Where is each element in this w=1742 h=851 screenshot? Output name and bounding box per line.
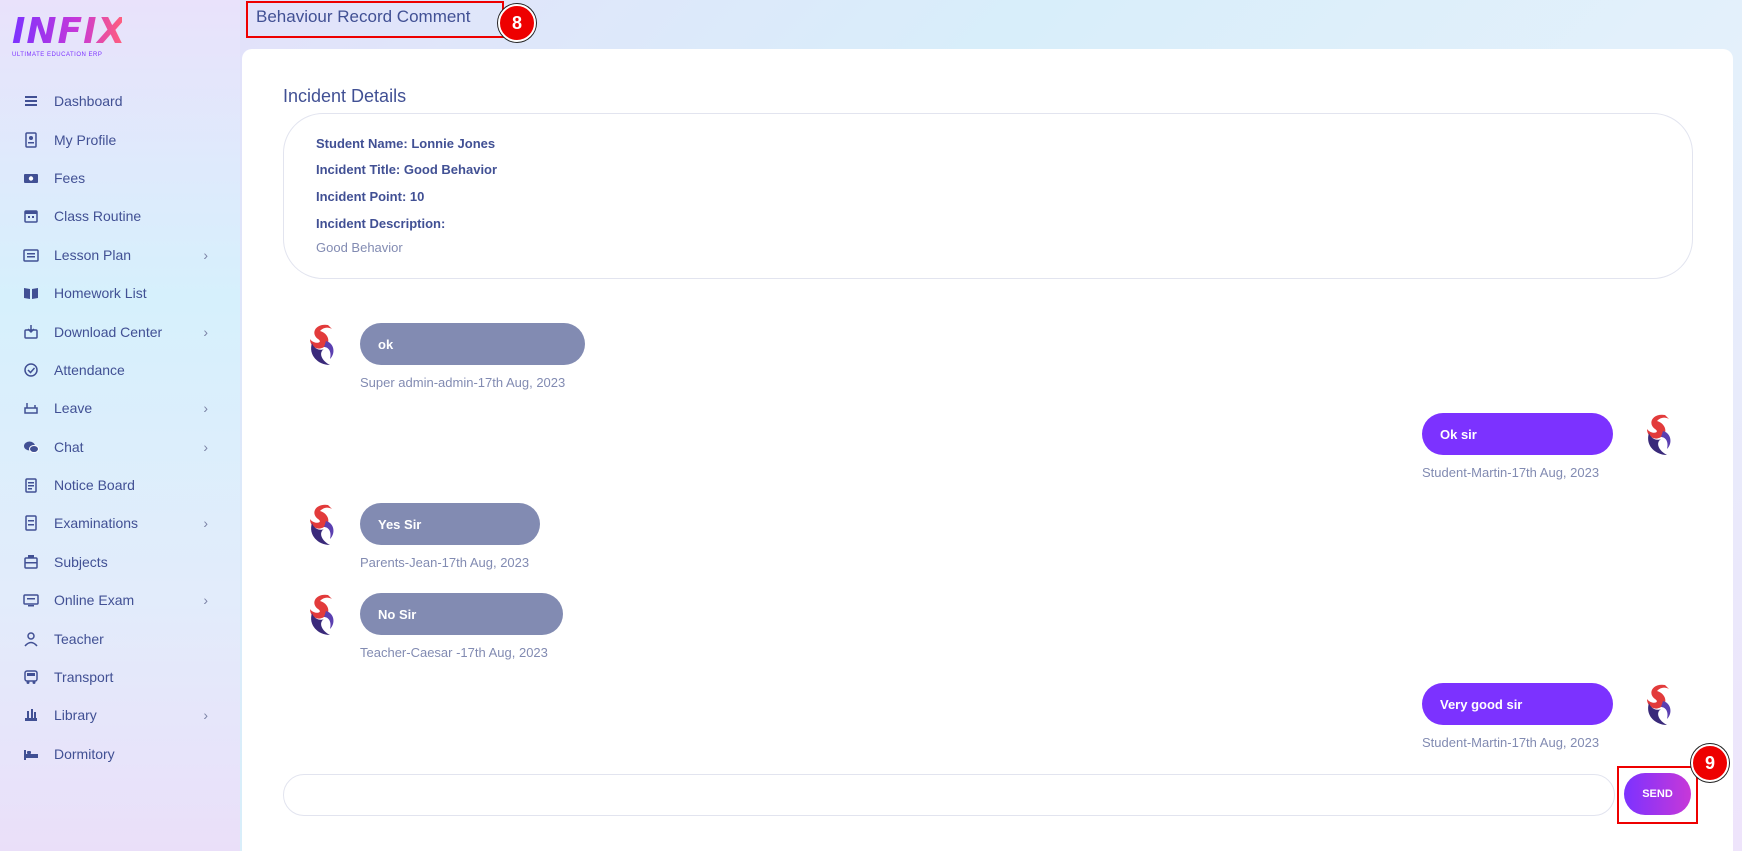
chevron-right-icon[interactable]: › <box>203 592 208 608</box>
sidebar-item-label: Dashboard <box>54 93 123 110</box>
sidebar-item-label: Download Center <box>54 323 163 340</box>
chat-icon <box>22 438 40 456</box>
student-name: Student Name: Lonnie Jones <box>316 136 496 151</box>
sidebar-item-attendance[interactable]: Attendance <box>0 351 240 389</box>
menu-icon <box>22 92 40 110</box>
main-panel: Incident Details Student Name: Lonnie Jo… <box>242 49 1733 851</box>
avatar <box>1639 681 1679 729</box>
sidebar-item-label: Library <box>54 707 97 724</box>
chevron-right-icon[interactable]: › <box>203 324 208 340</box>
step-badge-9: 9 <box>1691 744 1729 782</box>
incident-point: Incident Point: 10 <box>316 189 425 204</box>
page-title: Behaviour Record Comment <box>246 1 504 38</box>
sidebar-item-dormitory[interactable]: Dormitory <box>0 735 240 773</box>
subjects-icon <box>22 553 40 571</box>
incident-description-label: Incident Description: <box>316 216 446 231</box>
incident-description: Good Behavior <box>316 240 403 255</box>
sidebar-item-examinations[interactable]: Examinations › <box>0 504 240 542</box>
incident-details-title: Incident Details <box>283 86 407 106</box>
incident-details-card: Student Name: Lonnie Jones Incident Titl… <box>283 113 1693 279</box>
sidebar-item-label: My Profile <box>54 131 117 148</box>
download-icon <box>22 323 40 341</box>
sidebar-item-download-center[interactable]: Download Center › <box>0 312 240 350</box>
chevron-right-icon[interactable]: › <box>203 707 208 723</box>
logo-subtitle: ULTIMATE EDUCATION ERP <box>12 52 103 58</box>
sidebar-item-homework-list[interactable]: Homework List <box>0 274 240 312</box>
sidebar-item-label: Dormitory <box>54 745 115 762</box>
online-exam-icon <box>22 591 40 609</box>
chevron-right-icon[interactable]: › <box>203 400 208 416</box>
avatar <box>302 501 342 549</box>
logo-text: INFIX <box>12 11 127 52</box>
sidebar-item-label: Teacher <box>54 630 104 647</box>
sidebar-item-chat[interactable]: Chat › <box>0 428 240 466</box>
sidebar-item-label: Lesson Plan <box>54 246 132 263</box>
sidebar-item-label: Chat <box>54 438 84 455</box>
message-bubble: ok <box>360 323 585 365</box>
sidebar-item-label: Fees <box>54 169 86 186</box>
leave-icon <box>22 399 40 417</box>
sidebar-item-label: Attendance <box>54 361 125 378</box>
sidebar-item-label: Online Exam <box>54 592 135 609</box>
sidebar-item-class-routine[interactable]: Class Routine <box>0 197 240 235</box>
sidebar-item-label: Notice Board <box>54 477 135 494</box>
message-meta: Super admin-admin-17th Aug, 2023 <box>360 375 566 390</box>
chevron-right-icon[interactable]: › <box>203 515 208 531</box>
exam-icon <box>22 514 40 532</box>
avatar <box>1639 411 1679 459</box>
sidebar-item-transport[interactable]: Transport <box>0 658 240 696</box>
message-bubble: Very good sir <box>1422 683 1613 725</box>
sidebar-item-teacher[interactable]: Teacher <box>0 619 240 657</box>
message-bubble: No Sir <box>360 593 563 635</box>
sidebar-item-label: Examinations <box>54 515 139 532</box>
profile-card-icon <box>22 131 40 149</box>
sidebar-item-label: Class Routine <box>54 208 142 225</box>
sidebar-item-notice-board[interactable]: Notice Board <box>0 466 240 504</box>
book-icon <box>22 284 40 302</box>
sidebar-item-lesson-plan[interactable]: Lesson Plan › <box>0 236 240 274</box>
message-meta: Student-Martin-17th Aug, 2023 <box>1422 735 1600 750</box>
library-icon <box>22 706 40 724</box>
sidebar-item-dashboard[interactable]: Dashboard <box>0 82 240 120</box>
sidebar: INFIX ULTIMATE EDUCATION ERP Dashboard My… <box>0 0 240 851</box>
incident-title: Incident Title: Good Behavior <box>316 162 498 177</box>
sidebar-item-online-exam[interactable]: Online Exam › <box>0 581 240 619</box>
sidebar-item-subjects[interactable]: Subjects <box>0 543 240 581</box>
logo[interactable]: INFIX ULTIMATE EDUCATION ERP <box>12 11 127 62</box>
message-meta: Parents-Jean-17th Aug, 2023 <box>360 555 530 570</box>
bus-icon <box>22 668 40 686</box>
step-badge-8: 8 <box>498 4 536 42</box>
sidebar-item-my-profile[interactable]: My Profile <box>0 120 240 158</box>
calendar-icon <box>22 207 40 225</box>
comment-input[interactable] <box>283 774 1615 816</box>
sidebar-item-label: Homework List <box>54 285 147 302</box>
money-icon <box>22 169 40 187</box>
message-meta: Student-Martin-17th Aug, 2023 <box>1422 465 1600 480</box>
send-button[interactable]: SEND <box>1624 773 1691 815</box>
lesson-icon <box>22 246 40 264</box>
avatar <box>302 591 342 639</box>
avatar <box>302 321 342 369</box>
sidebar-item-fees[interactable]: Fees <box>0 159 240 197</box>
sidebar-item-label: Transport <box>54 669 114 686</box>
bed-icon <box>22 745 40 763</box>
message-bubble: Ok sir <box>1422 413 1613 455</box>
attendance-icon <box>22 361 40 379</box>
teacher-icon <box>22 630 40 648</box>
sidebar-item-library[interactable]: Library › <box>0 696 240 734</box>
sidebar-item-label: Subjects <box>54 553 108 570</box>
notice-icon <box>22 476 40 494</box>
chevron-right-icon[interactable]: › <box>203 439 208 455</box>
message-bubble: Yes Sir <box>360 503 540 545</box>
sidebar-nav: Dashboard My Profile Fees Class Routine Less… <box>0 82 240 773</box>
message-meta: Teacher-Caesar -17th Aug, 2023 <box>360 645 548 660</box>
sidebar-item-label: Leave <box>54 400 93 417</box>
chevron-right-icon[interactable]: › <box>203 247 208 263</box>
sidebar-item-leave[interactable]: Leave › <box>0 389 240 427</box>
